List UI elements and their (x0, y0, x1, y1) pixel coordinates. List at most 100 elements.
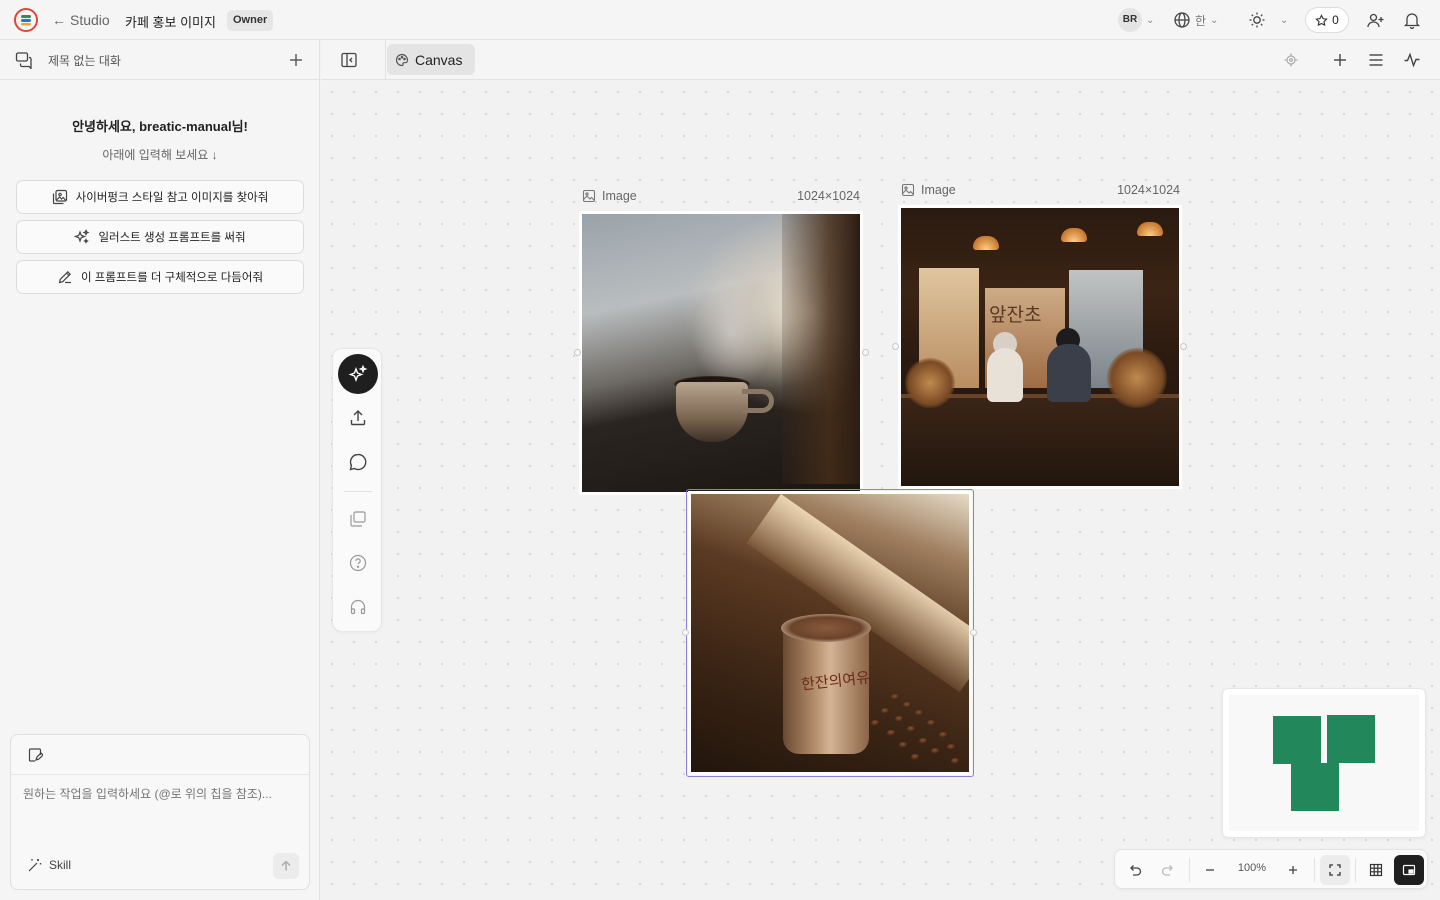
chat-bubble-icon (349, 453, 367, 471)
suggestion-label: 사이버펑크 스타일 참고 이미지를 찾아줘 (75, 192, 269, 204)
connection-handle[interactable] (970, 629, 977, 636)
composer-toolbar (11, 735, 309, 775)
cafe-sign-text: 앞잔초 (989, 304, 1042, 326)
upload-button[interactable] (338, 398, 378, 438)
undo-icon (1130, 865, 1142, 876)
role-badge: Owner (227, 10, 274, 31)
undo-button[interactable] (1120, 855, 1150, 885)
zoom-toolbar: 100% (1114, 849, 1428, 889)
redo-button[interactable] (1153, 855, 1183, 885)
chevron-down-icon: ⌄ (1146, 14, 1155, 26)
project-title[interactable]: 카페 홍보 이미지 (125, 12, 216, 31)
user-plus-icon (1367, 13, 1384, 27)
image-icon (901, 183, 915, 197)
suggestion-chip-illustration-prompt[interactable]: 일러스트 생성 프롬프트를 써줘 (16, 220, 304, 254)
conversation-header: 제목 없는 대화 (0, 40, 320, 80)
prompt-input[interactable] (23, 787, 299, 801)
ai-generate-button[interactable] (338, 354, 378, 394)
minimap-toggle-button[interactable] (1394, 855, 1424, 885)
image-size-label: 1024×1024 (1117, 183, 1180, 197)
canvas-header: Canvas (321, 40, 1440, 80)
redo-icon (1161, 865, 1173, 876)
image-node-coffee-window[interactable] (582, 214, 860, 492)
grid-icon (1369, 863, 1383, 877)
canvas-toolbar (332, 348, 382, 632)
suggestion-chip-reference-images[interactable]: 사이버펑크 스타일 참고 이미지를 찾아줘 (16, 180, 304, 214)
minimap[interactable] (1222, 688, 1426, 838)
user-menu[interactable]: BR ⌄ (1118, 0, 1154, 40)
image-node-cafe-interior[interactable]: 앞잔초 (901, 208, 1179, 486)
sparkles-icon (74, 229, 90, 244)
connection-handle[interactable] (862, 349, 869, 356)
globe-icon (1174, 12, 1190, 28)
bell-icon (1403, 13, 1421, 29)
tab-canvas[interactable]: Canvas (387, 44, 475, 75)
fullscreen-icon (1329, 864, 1341, 876)
conversation-title[interactable]: 제목 없는 대화 (48, 52, 121, 69)
locate-icon[interactable] (1283, 52, 1299, 68)
zoom-level[interactable]: 100% (1235, 862, 1269, 874)
skill-button[interactable]: Skill (27, 857, 71, 873)
skill-label: Skill (49, 858, 72, 872)
selection-outline (686, 489, 974, 777)
language-selector[interactable]: 한 ⌄ (1173, 0, 1218, 40)
magic-wand-icon (28, 859, 42, 872)
support-button[interactable] (338, 587, 378, 627)
connection-handle[interactable] (574, 349, 581, 356)
back-to-studio-link[interactable]: ← Studio (52, 12, 110, 28)
comment-button[interactable] (338, 442, 378, 482)
zoom-out-button[interactable] (1195, 855, 1225, 885)
upload-icon (350, 410, 366, 426)
connection-handle[interactable] (682, 629, 689, 636)
language-label: 한 (1195, 13, 1207, 28)
palette-icon (395, 53, 409, 66)
suggestion-label: 이 프롬프트를 더 구체적으로 다듬어줘 (80, 272, 264, 284)
fit-to-screen-button[interactable] (1320, 855, 1350, 885)
theme-toggle[interactable]: ⌄ (1248, 0, 1288, 40)
top-bar: ← Studio 카페 홍보 이미지 Owner BR ⌄ 한 ⌄ ⌄ 0 (0, 0, 1440, 40)
grid-toggle-button[interactable] (1361, 855, 1391, 885)
connection-handle[interactable] (1180, 343, 1187, 350)
toggle-sidebar-icon[interactable] (339, 50, 359, 70)
help-button[interactable] (338, 543, 378, 583)
copy-icon (350, 511, 366, 527)
avatar: BR (1118, 8, 1142, 32)
new-conversation-icon[interactable] (286, 50, 306, 70)
chat-composer: Skill (10, 734, 310, 890)
add-icon[interactable] (1330, 50, 1350, 70)
invite-user-button[interactable] (1366, 0, 1385, 40)
headphones-icon (350, 599, 366, 615)
activity-icon[interactable] (1402, 50, 1422, 70)
credits-count: 0 (1332, 13, 1339, 27)
notifications-button[interactable] (1403, 0, 1421, 40)
image-type-label: Image (602, 189, 637, 203)
send-button[interactable] (273, 853, 299, 879)
app-logo-icon[interactable] (14, 8, 38, 32)
back-label: Studio (70, 12, 110, 28)
sun-icon (1249, 12, 1265, 28)
chevron-down-icon: ⌄ (1280, 14, 1289, 26)
image-size-label: 1024×1024 (797, 189, 860, 203)
minimap-node (1291, 763, 1339, 811)
star-icon (1315, 13, 1328, 26)
menu-icon[interactable] (1366, 50, 1386, 70)
assets-button[interactable] (338, 499, 378, 539)
zoom-in-button[interactable] (1278, 855, 1308, 885)
suggestion-chip-refine-prompt[interactable]: 이 프롬프트를 더 구체적으로 다듬어줘 (16, 260, 304, 294)
help-circle-icon (349, 554, 367, 572)
image-icon (582, 189, 596, 203)
minus-icon (1206, 869, 1214, 871)
pencil-icon (58, 270, 72, 284)
conversations-icon[interactable] (15, 51, 33, 69)
suggestion-label: 일러스트 생성 프롬프트를 써줘 (98, 232, 246, 244)
attach-note-icon[interactable] (27, 747, 43, 763)
connection-handle[interactable] (892, 343, 899, 350)
tab-label: Canvas (415, 51, 463, 68)
arrow-up-icon (281, 860, 291, 871)
sparkles-icon (348, 364, 368, 382)
image-node-label: Image (901, 183, 956, 197)
image-search-icon (52, 189, 67, 205)
greeting-heading: 안녕하세요, breatic-manual님! (72, 119, 248, 134)
greeting-subtext: 아래에 입력해 보세요 ↓ (102, 148, 218, 162)
credits-button[interactable]: 0 (1305, 7, 1349, 33)
